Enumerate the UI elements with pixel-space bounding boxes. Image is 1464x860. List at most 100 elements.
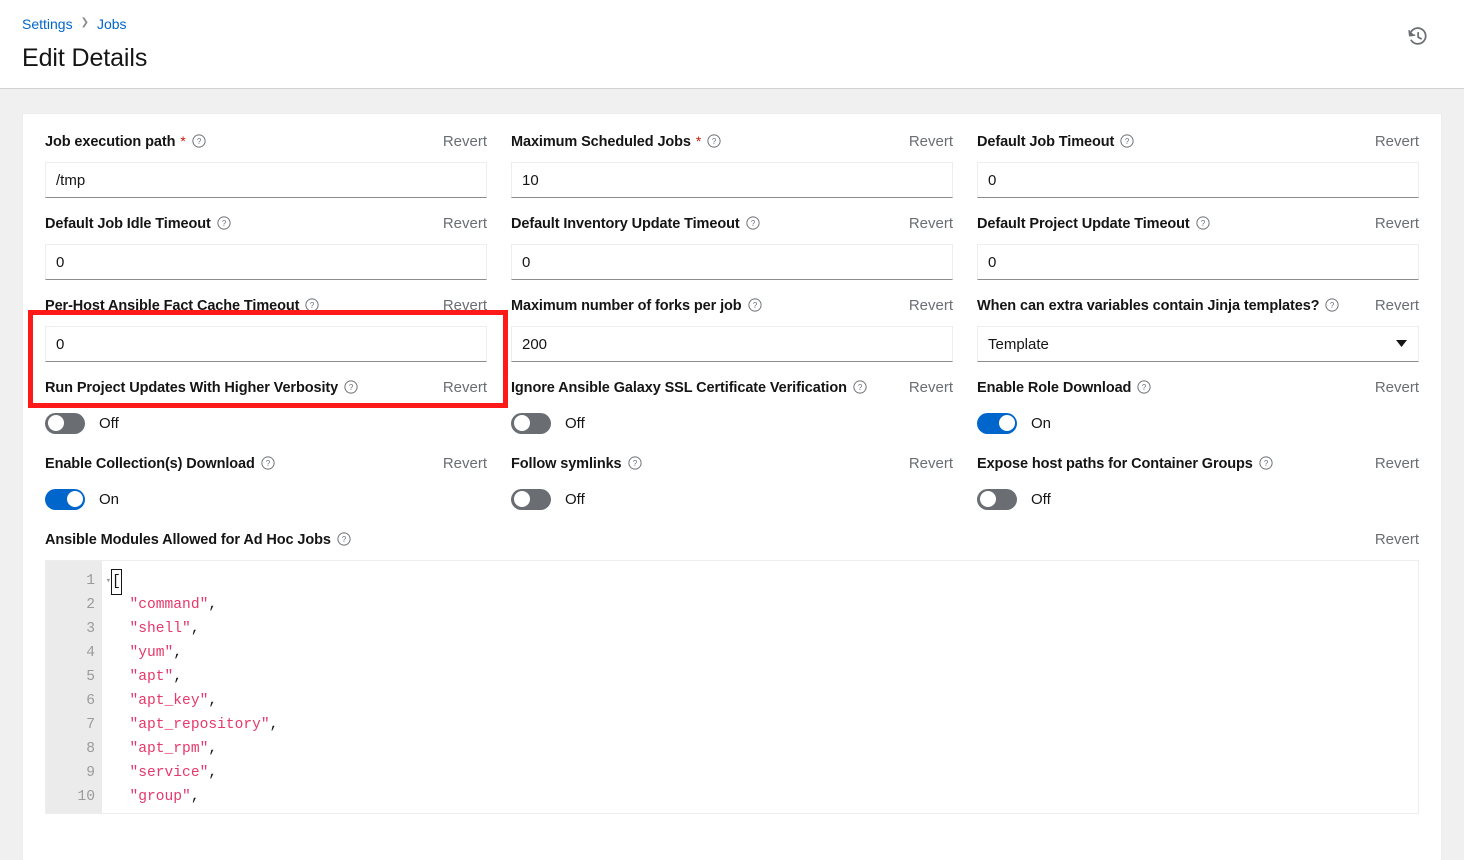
question-circle-icon[interactable]: ? <box>337 532 351 546</box>
revert-link[interactable]: Revert <box>443 378 487 398</box>
settings-form-card: Job execution path * ? Revert Maximum Sc… <box>22 113 1442 860</box>
editor-code-line: "shell", <box>112 617 1418 641</box>
code-token-punct: , <box>270 717 279 733</box>
svg-text:?: ? <box>712 137 717 146</box>
editor-line-number: 9 <box>46 761 102 785</box>
revert-link[interactable]: Revert <box>1375 296 1419 316</box>
question-circle-icon[interactable]: ? <box>1259 456 1273 470</box>
code-token-string: "apt" <box>130 669 174 685</box>
field-label: Default Project Update Timeout <box>977 216 1190 232</box>
editor-line-number: 6 <box>46 689 102 713</box>
question-circle-icon[interactable]: ? <box>1137 380 1151 394</box>
code-indent <box>112 645 130 661</box>
ansible-modules-code-editor[interactable]: 1▾2345678910 [ "command", "shell", "yum"… <box>45 560 1419 814</box>
question-circle-icon[interactable]: ? <box>748 298 762 312</box>
editor-code-line: "apt", <box>112 665 1418 689</box>
field-label: Default Job Idle Timeout <box>45 216 211 232</box>
revert-link[interactable]: Revert <box>1375 378 1419 398</box>
field-label: Maximum number of forks per job <box>511 298 742 314</box>
field-header: Default Project Update Timeout ? Revert <box>977 214 1419 236</box>
revert-link[interactable]: Revert <box>909 454 953 474</box>
code-token-punct: , <box>191 621 200 637</box>
editor-line-number: 5 <box>46 665 102 689</box>
question-circle-icon[interactable]: ? <box>344 380 358 394</box>
code-token-punct: , <box>208 693 217 709</box>
settings-jobs-edit-page: Settings ❯ Jobs Edit Details Job exe <box>0 0 1464 860</box>
editor-line-number-gutter: 1▾2345678910 <box>46 561 102 813</box>
question-circle-icon[interactable]: ? <box>853 380 867 394</box>
revert-link[interactable]: Revert <box>443 454 487 474</box>
question-circle-icon[interactable]: ? <box>707 134 721 148</box>
question-circle-icon[interactable]: ? <box>192 134 206 148</box>
field-job-execution-path: Job execution path * ? Revert <box>45 132 487 214</box>
breadcrumb-item-jobs[interactable]: Jobs <box>97 15 127 33</box>
question-circle-icon[interactable]: ? <box>1120 134 1134 148</box>
jinja-templates-select-wrapper: Template <box>977 326 1419 362</box>
editor-code-area[interactable]: [ "command", "shell", "yum", "apt", "apt… <box>102 561 1418 813</box>
field-label: When can extra variables contain Jinja t… <box>977 298 1319 314</box>
revert-link[interactable]: Revert <box>443 132 487 152</box>
default-project-update-timeout-input[interactable] <box>977 244 1419 280</box>
default-job-idle-timeout-input[interactable] <box>45 244 487 280</box>
enable-collections-download-toggle[interactable] <box>45 489 85 510</box>
toggle-row: Off <box>45 408 487 438</box>
question-circle-icon[interactable]: ? <box>261 456 275 470</box>
breadcrumb-separator-icon: ❯ <box>81 14 89 32</box>
field-header: Default Inventory Update Timeout ? Rever… <box>511 214 953 236</box>
revert-link[interactable]: Revert <box>443 296 487 316</box>
field-per-host-fact-cache-timeout: Per-Host Ansible Fact Cache Timeout ? Re… <box>45 296 487 378</box>
field-maximum-forks-per-job: Maximum number of forks per job ? Revert <box>511 296 953 378</box>
code-token-punct: , <box>208 765 217 781</box>
breadcrumb-item-settings[interactable]: Settings <box>22 15 73 33</box>
svg-text:?: ? <box>349 383 354 392</box>
editor-line-number: 2 <box>46 593 102 617</box>
toggle-state-label: On <box>1031 415 1051 432</box>
history-button[interactable] <box>1400 20 1436 56</box>
code-token-punct: , <box>208 741 217 757</box>
editor-line-number: 3 <box>46 617 102 641</box>
revert-link[interactable]: Revert <box>909 132 953 152</box>
revert-link[interactable]: Revert <box>1375 454 1419 474</box>
svg-text:?: ? <box>1142 383 1147 392</box>
svg-text:?: ? <box>1330 301 1335 310</box>
code-indent <box>112 693 130 709</box>
revert-link[interactable]: Revert <box>443 214 487 234</box>
question-circle-icon[interactable]: ? <box>628 456 642 470</box>
question-circle-icon[interactable]: ? <box>746 216 760 230</box>
field-default-job-timeout: Default Job Timeout ? Revert <box>977 132 1419 214</box>
maximum-forks-per-job-input[interactable] <box>511 326 953 362</box>
question-circle-icon[interactable]: ? <box>1325 298 1339 312</box>
toggle-knob <box>514 415 530 431</box>
field-label: Follow symlinks <box>511 456 622 472</box>
ignore-galaxy-ssl-toggle[interactable] <box>511 413 551 434</box>
revert-link[interactable]: Revert <box>1375 214 1419 234</box>
field-default-inventory-update-timeout: Default Inventory Update Timeout ? Rever… <box>511 214 953 296</box>
question-circle-icon[interactable]: ? <box>217 216 231 230</box>
revert-link[interactable]: Revert <box>909 296 953 316</box>
job-execution-path-input[interactable] <box>45 162 487 198</box>
expose-host-paths-toggle[interactable] <box>977 489 1017 510</box>
field-header: Maximum number of forks per job ? Revert <box>511 296 953 318</box>
field-label: Run Project Updates With Higher Verbosit… <box>45 380 338 396</box>
default-job-timeout-input[interactable] <box>977 162 1419 198</box>
field-label: Ansible Modules Allowed for Ad Hoc Jobs <box>45 532 331 548</box>
code-indent <box>112 717 130 733</box>
question-circle-icon[interactable]: ? <box>1196 216 1210 230</box>
svg-text:?: ? <box>1264 459 1269 468</box>
follow-symlinks-toggle[interactable] <box>511 489 551 510</box>
revert-link[interactable]: Revert <box>909 378 953 398</box>
per-host-fact-cache-timeout-input[interactable] <box>45 326 487 362</box>
field-header: Default Job Timeout ? Revert <box>977 132 1419 154</box>
question-circle-icon[interactable]: ? <box>305 298 319 312</box>
revert-link[interactable]: Revert <box>909 214 953 234</box>
field-ignore-galaxy-ssl: Ignore Ansible Galaxy SSL Certificate Ve… <box>511 378 953 454</box>
revert-link[interactable]: Revert <box>1375 530 1419 550</box>
higher-verbosity-toggle[interactable] <box>45 413 85 434</box>
default-inventory-update-timeout-input[interactable] <box>511 244 953 280</box>
editor-code-line: "service", <box>112 761 1418 785</box>
jinja-templates-select[interactable]: Template <box>977 326 1419 362</box>
maximum-scheduled-jobs-input[interactable] <box>511 162 953 198</box>
revert-link[interactable]: Revert <box>1375 132 1419 152</box>
toggle-state-label: Off <box>99 415 119 432</box>
enable-role-download-toggle[interactable] <box>977 413 1017 434</box>
